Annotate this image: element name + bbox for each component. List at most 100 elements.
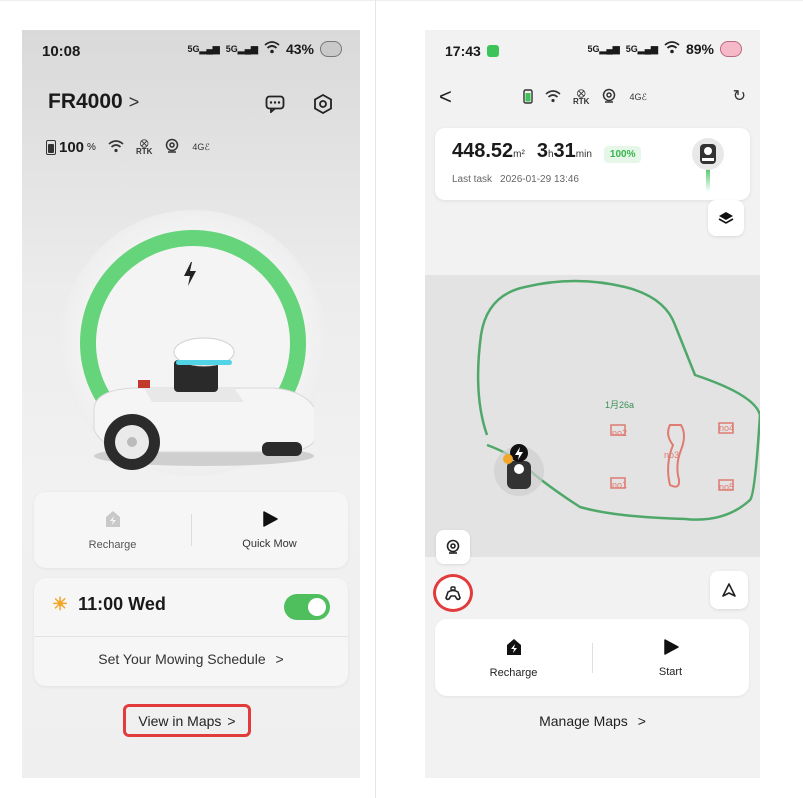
- last-task-label: Last task: [452, 174, 493, 185]
- quick-mow-label: Quick Mow: [242, 538, 297, 550]
- signal-icon: 5G▂▄▆: [625, 43, 658, 54]
- top-actions: [264, 93, 334, 115]
- avatar-icon: [320, 41, 342, 57]
- task-stats: 448.52m² 3h31min 100%: [452, 140, 642, 163]
- battery-icon: [523, 88, 533, 107]
- camera-button[interactable]: [436, 530, 470, 564]
- actions-card: Recharge Start: [435, 619, 749, 696]
- camera-icon: [164, 138, 180, 157]
- recharge-icon: [105, 511, 120, 527]
- back-button[interactable]: <: [439, 84, 452, 110]
- refresh-icon[interactable]: ↻: [733, 86, 746, 106]
- mower-image: [93, 337, 314, 470]
- wifi-icon: [108, 139, 124, 156]
- navigation-arrow-icon: [722, 583, 736, 597]
- recharge-button[interactable]: Recharge: [34, 492, 191, 568]
- recharge-label: Recharge: [88, 539, 137, 551]
- chevron-right-icon: >: [275, 651, 284, 667]
- set-schedule-link[interactable]: Set Your Mowing Schedule >: [34, 651, 348, 667]
- no-go-label: no4: [719, 423, 735, 433]
- settings-icon[interactable]: [312, 93, 334, 115]
- device-battery: 100%: [46, 139, 96, 156]
- schedule-summary: ☀ 11:00 Wed: [52, 594, 166, 615]
- no-go-label: no1: [612, 480, 628, 490]
- message-icon[interactable]: [264, 93, 286, 115]
- camera-icon: [446, 539, 460, 554]
- camera-icon: [601, 88, 617, 107]
- no-go-label: no5: [719, 482, 735, 492]
- last-task-info: Last task 2026-01-29 13:46: [452, 174, 579, 185]
- wifi-icon: [664, 41, 680, 57]
- signal-icon: 5G▂▄▆: [587, 43, 620, 54]
- battery-value: 100: [59, 139, 85, 156]
- schedule-card: ☀ 11:00 Wed Set Your Mowing Schedule >: [34, 578, 348, 686]
- area-stat: 448.52m²: [452, 140, 525, 162]
- navigation-button[interactable]: [710, 571, 748, 609]
- start-button[interactable]: Start: [592, 619, 749, 696]
- no-go-label: no2: [612, 428, 628, 438]
- remote-control-button[interactable]: [433, 574, 473, 612]
- status-icons: 5G▂▄▆ 5G▂▄▆ 89%: [587, 41, 742, 57]
- status-time: 17:43: [445, 43, 481, 59]
- wechat-icon: [486, 45, 499, 57]
- sun-icon: ☀: [52, 594, 69, 614]
- play-icon: [262, 511, 278, 527]
- divider: [34, 636, 348, 637]
- zone-label: 1月26a: [605, 400, 635, 410]
- last-task-card: 448.52m² 3h31min 100% Last task 2026-01-…: [435, 128, 750, 200]
- mower-thumbnail-icon: [692, 138, 724, 192]
- battery-icon: [46, 140, 56, 155]
- duration-stat: 3h31min: [536, 140, 592, 162]
- manage-maps-link[interactable]: Manage Maps >: [425, 713, 760, 729]
- status-icons: 5G▂▄▆ 5G▂▄▆ 43%: [187, 41, 342, 57]
- schedule-toggle[interactable]: [284, 594, 330, 620]
- map-canvas[interactable]: [425, 275, 760, 557]
- chevron-right-icon: >: [227, 712, 236, 729]
- home-screen: 10:08 5G▂▄▆ 5G▂▄▆ 43% FR4000 > 100% ⛒ RT…: [22, 30, 360, 778]
- recharge-button[interactable]: Recharge: [435, 619, 592, 696]
- status-bar: 10:08 5G▂▄▆ 5G▂▄▆ 43%: [22, 30, 360, 74]
- device-selector[interactable]: FR4000 >: [48, 90, 139, 114]
- manage-maps-label: Manage Maps: [539, 713, 628, 729]
- no-go-label: no3: [664, 450, 680, 460]
- play-icon: [663, 638, 679, 655]
- signal-icon: 5G▂▄▆: [187, 43, 220, 54]
- view-in-maps-button[interactable]: View in Maps >: [123, 704, 251, 737]
- avatar-icon: [720, 41, 742, 57]
- wifi-icon: [264, 41, 280, 57]
- nav-bar: < ⛒ RTK 4Gℰ ↻: [425, 78, 760, 114]
- layers-button[interactable]: [708, 200, 744, 236]
- view-in-maps-label: View in Maps: [138, 712, 222, 729]
- map-screen: 17:43 5G▂▄▆ 5G▂▄▆ 89% < ⛒ RTK 4Gℰ ↻ 448.…: [425, 30, 760, 778]
- set-schedule-label: Set Your Mowing Schedule: [98, 651, 266, 667]
- lte-icon: 4Gℰ: [192, 142, 210, 152]
- recharge-label: Recharge: [489, 666, 538, 679]
- device-status-row: ⛒ RTK 4Gℰ: [523, 88, 647, 107]
- quick-mow-button[interactable]: Quick Mow: [191, 492, 348, 568]
- layers-icon: [718, 212, 734, 224]
- battery-percent: 43%: [285, 41, 314, 57]
- lte-icon: 4Gℰ: [629, 92, 647, 102]
- rtk-icon: ⛒ RTK: [573, 88, 590, 106]
- recharge-icon: [506, 638, 521, 655]
- status-bar: 17:43 5G▂▄▆ 5G▂▄▆ 89%: [425, 30, 760, 74]
- start-label: Start: [658, 665, 683, 678]
- battery-percent: 89%: [685, 41, 714, 57]
- charging-bolt-icon: [182, 262, 198, 293]
- chevron-right-icon: >: [637, 713, 646, 729]
- last-task-time: 2026-01-29 13:46: [500, 174, 579, 185]
- device-name: FR4000: [48, 90, 123, 113]
- signal-icon: 5G▂▄▆: [225, 43, 258, 54]
- schedule-time: 11:00 Wed: [78, 594, 166, 614]
- wifi-icon: [545, 89, 561, 106]
- device-status-row: 100% ⛒ RTK 4Gℰ: [46, 138, 210, 157]
- gamepad-icon: [445, 586, 461, 601]
- quick-actions-card: Recharge Quick Mow: [34, 492, 348, 568]
- rtk-icon: ⛒ RTK: [135, 138, 153, 156]
- top-border: [0, 0, 803, 1]
- status-time-group: 17:43: [445, 43, 499, 59]
- completion-badge: 100%: [603, 146, 642, 163]
- panel-divider: [375, 0, 376, 798]
- battery-unit: %: [87, 142, 96, 153]
- chevron-right-icon: >: [128, 91, 140, 112]
